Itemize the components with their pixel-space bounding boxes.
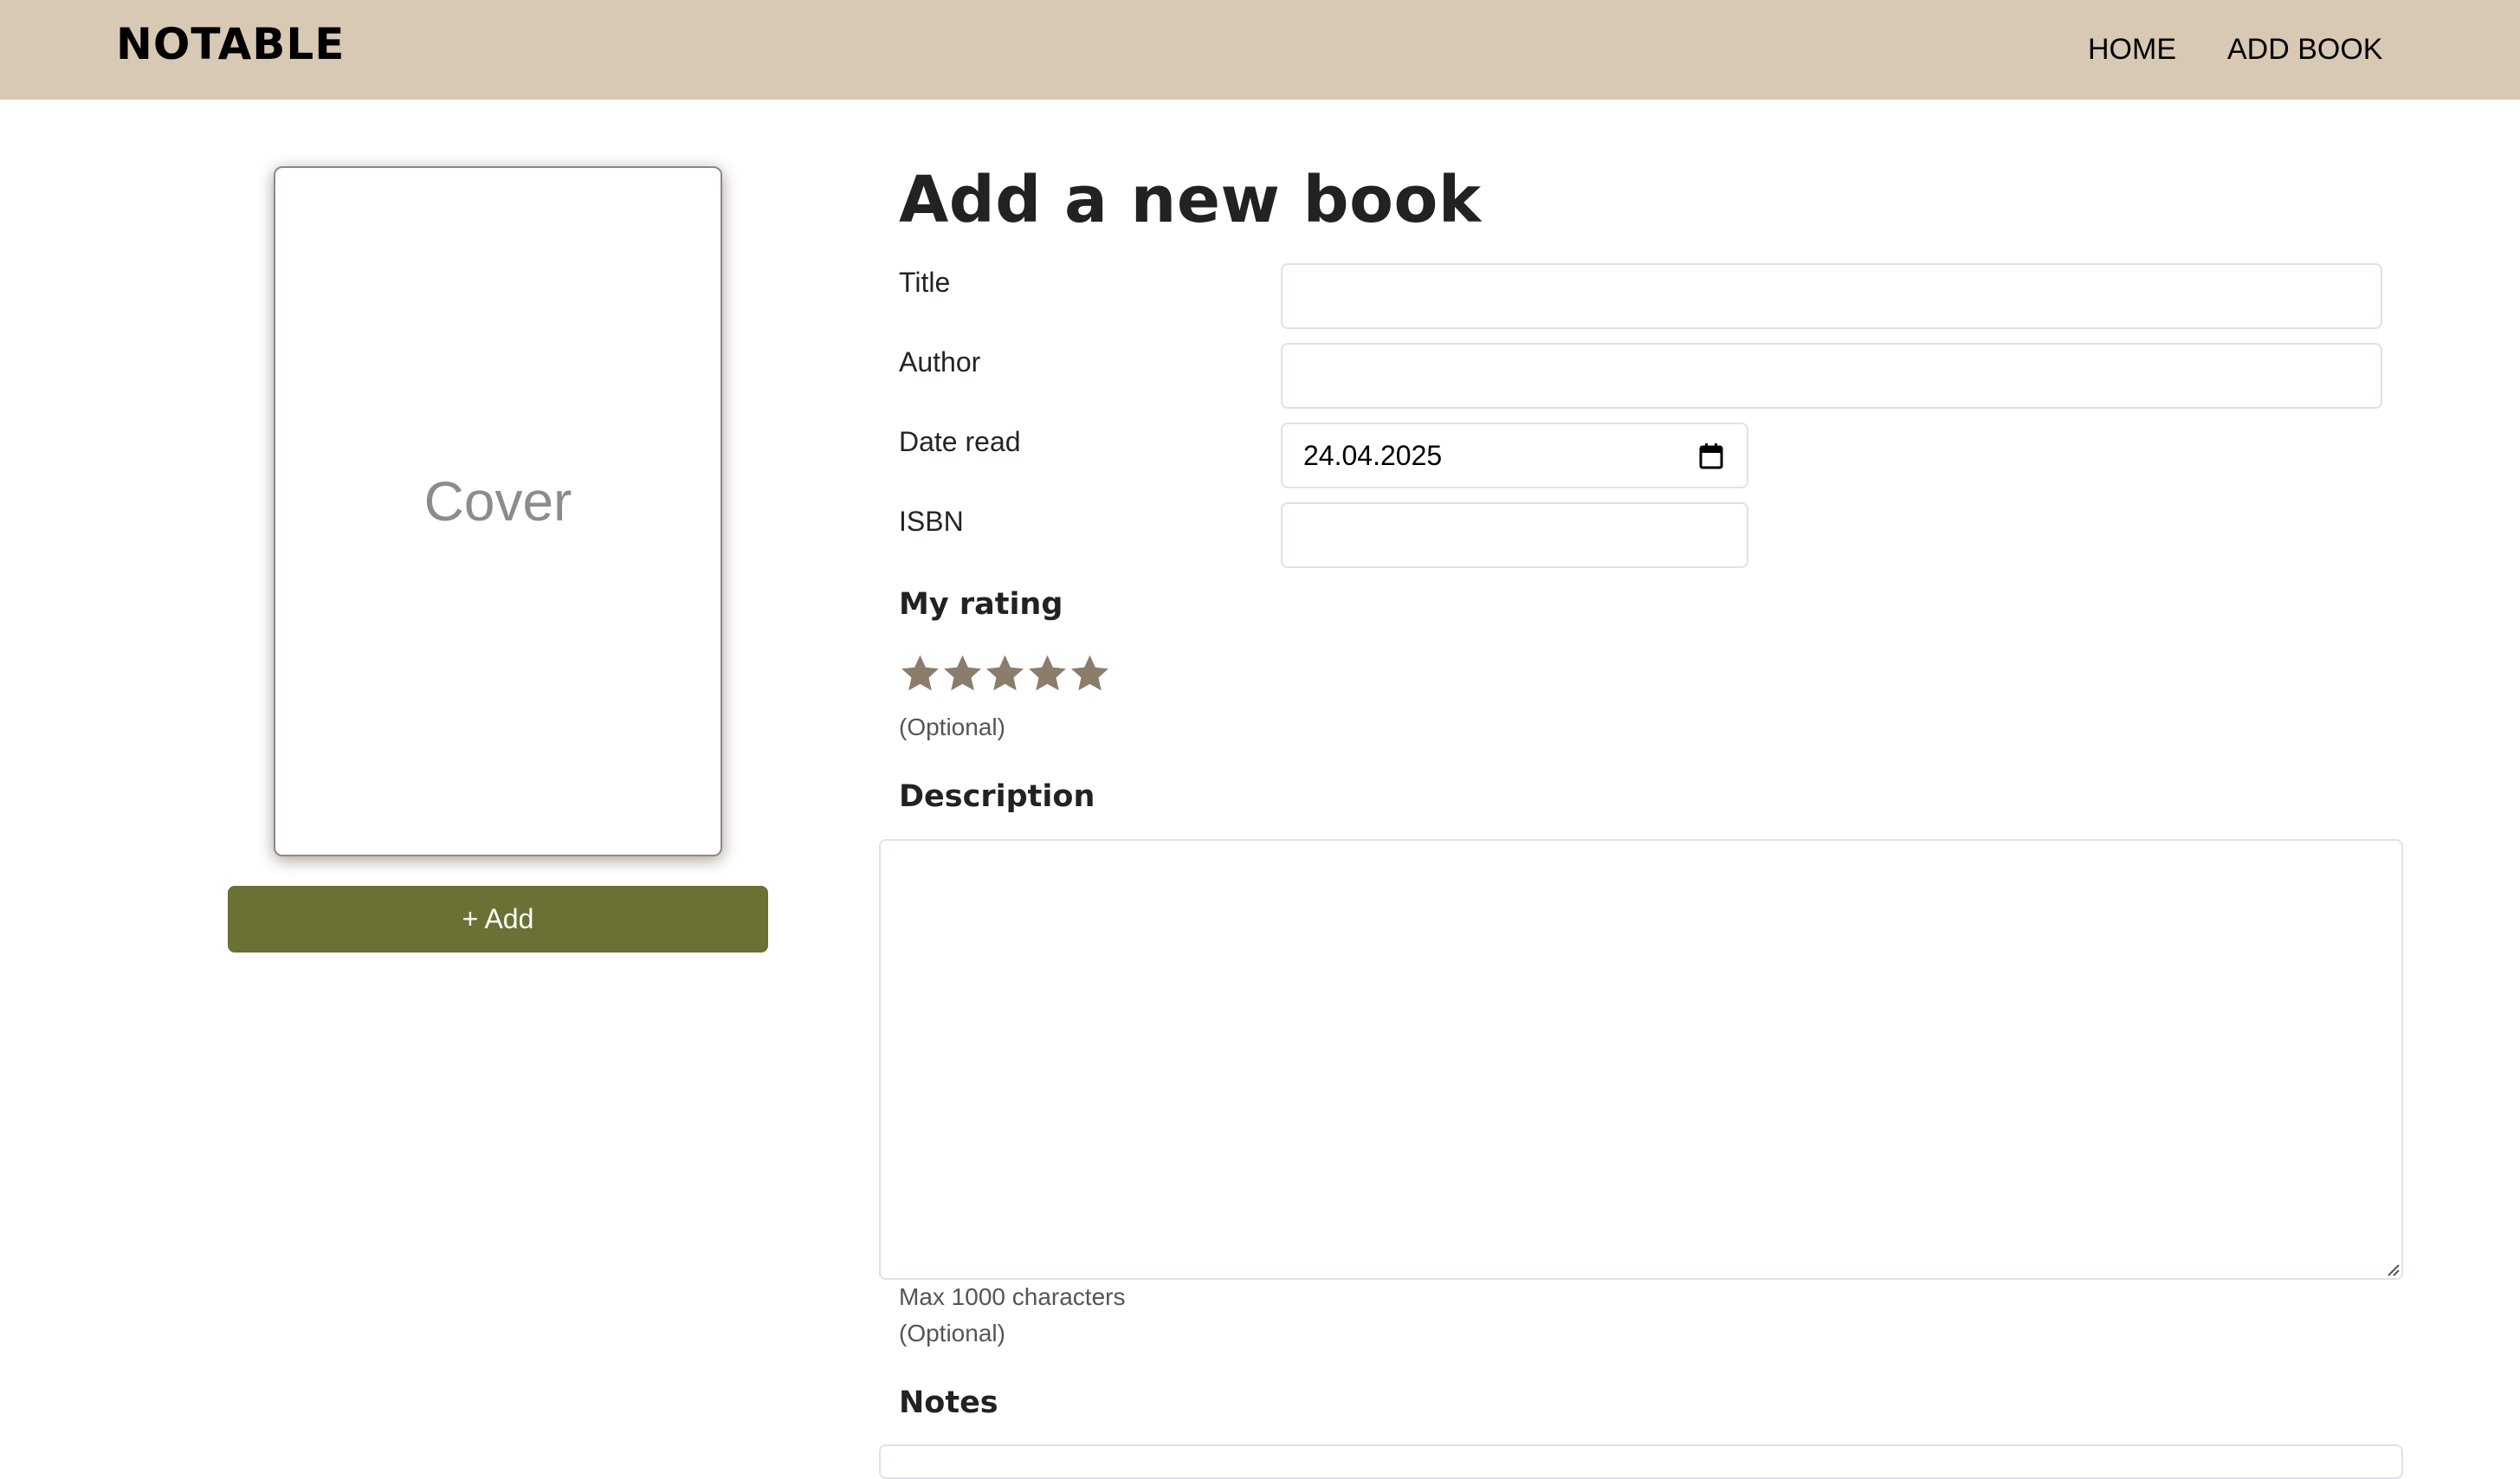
calendar-icon[interactable] <box>1698 442 1724 470</box>
title-label: Title <box>899 267 951 298</box>
author-label: Author <box>899 346 981 378</box>
rating-optional-hint: (Optional) <box>899 714 1005 740</box>
navbar: NOTABLE HOME ADD BOOK <box>0 0 2520 100</box>
nav-link-home[interactable]: HOME <box>2088 33 2176 67</box>
rating-heading: My rating <box>899 587 1063 622</box>
brand-logo[interactable]: NOTABLE <box>116 19 345 69</box>
star-icon[interactable] <box>1069 651 1111 696</box>
cover-placeholder: Cover <box>274 166 722 856</box>
date-read-input[interactable]: 24.04.2025 <box>1281 423 1748 488</box>
author-input[interactable] <box>1281 343 2382 409</box>
title-input[interactable] <box>1281 263 2382 329</box>
star-icon[interactable] <box>941 651 984 696</box>
star-icon[interactable] <box>899 651 941 696</box>
cover-label: Cover <box>423 470 572 533</box>
description-textarea[interactable] <box>879 839 2403 1280</box>
description-max-hint: Max 1000 characters <box>899 1283 1126 1310</box>
notes-heading: Notes <box>899 1385 998 1420</box>
resize-handle-icon[interactable] <box>2386 1263 2400 1276</box>
star-rating[interactable] <box>899 651 1111 703</box>
isbn-label: ISBN <box>899 506 964 537</box>
star-icon[interactable] <box>984 651 1026 696</box>
page-title: Add a new book <box>899 163 1482 237</box>
date-read-label: Date read <box>899 426 1021 457</box>
description-heading: Description <box>899 779 1095 814</box>
nav-link-add-book[interactable]: ADD BOOK <box>2227 33 2382 67</box>
add-cover-button[interactable]: + Add <box>228 886 768 953</box>
date-read-value: 24.04.2025 <box>1303 440 1443 471</box>
notes-textarea[interactable] <box>879 1444 2403 1479</box>
star-icon[interactable] <box>1026 651 1069 696</box>
isbn-input[interactable] <box>1281 502 1748 568</box>
description-optional-hint: (Optional) <box>899 1320 1005 1347</box>
